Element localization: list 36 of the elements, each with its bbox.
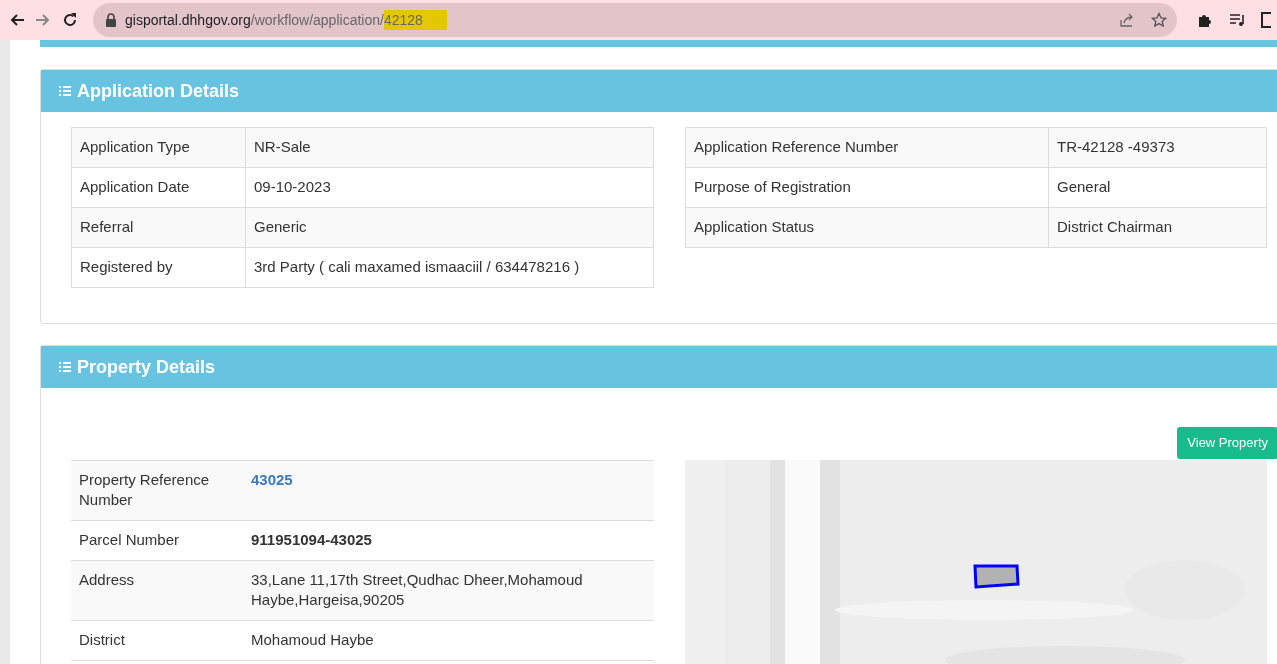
table-cell: 3rd Party ( cali maxamed ismaaciil / 634478216 ) — [245, 247, 654, 288]
table-cell: Purpose of Registration — [685, 167, 1049, 208]
table-cell: District — [71, 620, 243, 660]
playlist-icon[interactable] — [1229, 12, 1245, 28]
table-cell: Application Status — [685, 207, 1049, 248]
table-cell: Property Reference Number — [71, 460, 243, 520]
table-cell: Application Reference Number — [685, 127, 1049, 168]
share-icon[interactable] — [1119, 12, 1135, 28]
table-cell: Application Type — [71, 127, 246, 168]
table-cell: 09-10-2023 — [245, 167, 654, 208]
table-cell: Generic — [245, 207, 654, 248]
list-icon — [59, 85, 71, 97]
section-title: Application Details — [77, 79, 240, 103]
table-cell: Application Date — [71, 167, 246, 208]
table-cell: 911951094-43025 — [243, 520, 654, 560]
table-cell: Parcel Number — [71, 520, 243, 560]
table-cell: 33,Lane 11,17th Street,Qudhac Dheer,Mohamoud Haybe,Hargeisa,90205 — [243, 560, 654, 620]
section-title: Property Details — [77, 355, 216, 379]
table-cell: Referral — [71, 207, 246, 248]
back-icon[interactable] — [9, 12, 26, 28]
window-icon[interactable] — [1261, 12, 1271, 28]
forward-icon[interactable] — [35, 12, 52, 28]
table-cell: Registered by — [71, 247, 246, 288]
table-cell: TR-42128 -49373 — [1048, 127, 1267, 168]
table-cell: Address — [71, 560, 243, 620]
table-cell: General — [1048, 167, 1267, 208]
lock-icon — [105, 13, 117, 27]
star-icon[interactable] — [1151, 12, 1167, 28]
reload-icon[interactable] — [61, 12, 78, 28]
table-cell: District Chairman — [1048, 207, 1267, 248]
table-cell: Mohamoud Haybe — [243, 620, 654, 660]
view-property-button[interactable]: View Property — [1177, 427, 1277, 459]
list-icon — [59, 361, 71, 373]
property-link[interactable]: 43025 — [251, 470, 293, 488]
table-cell: NR-Sale — [245, 127, 654, 168]
puzzle-icon[interactable] — [1197, 12, 1213, 28]
